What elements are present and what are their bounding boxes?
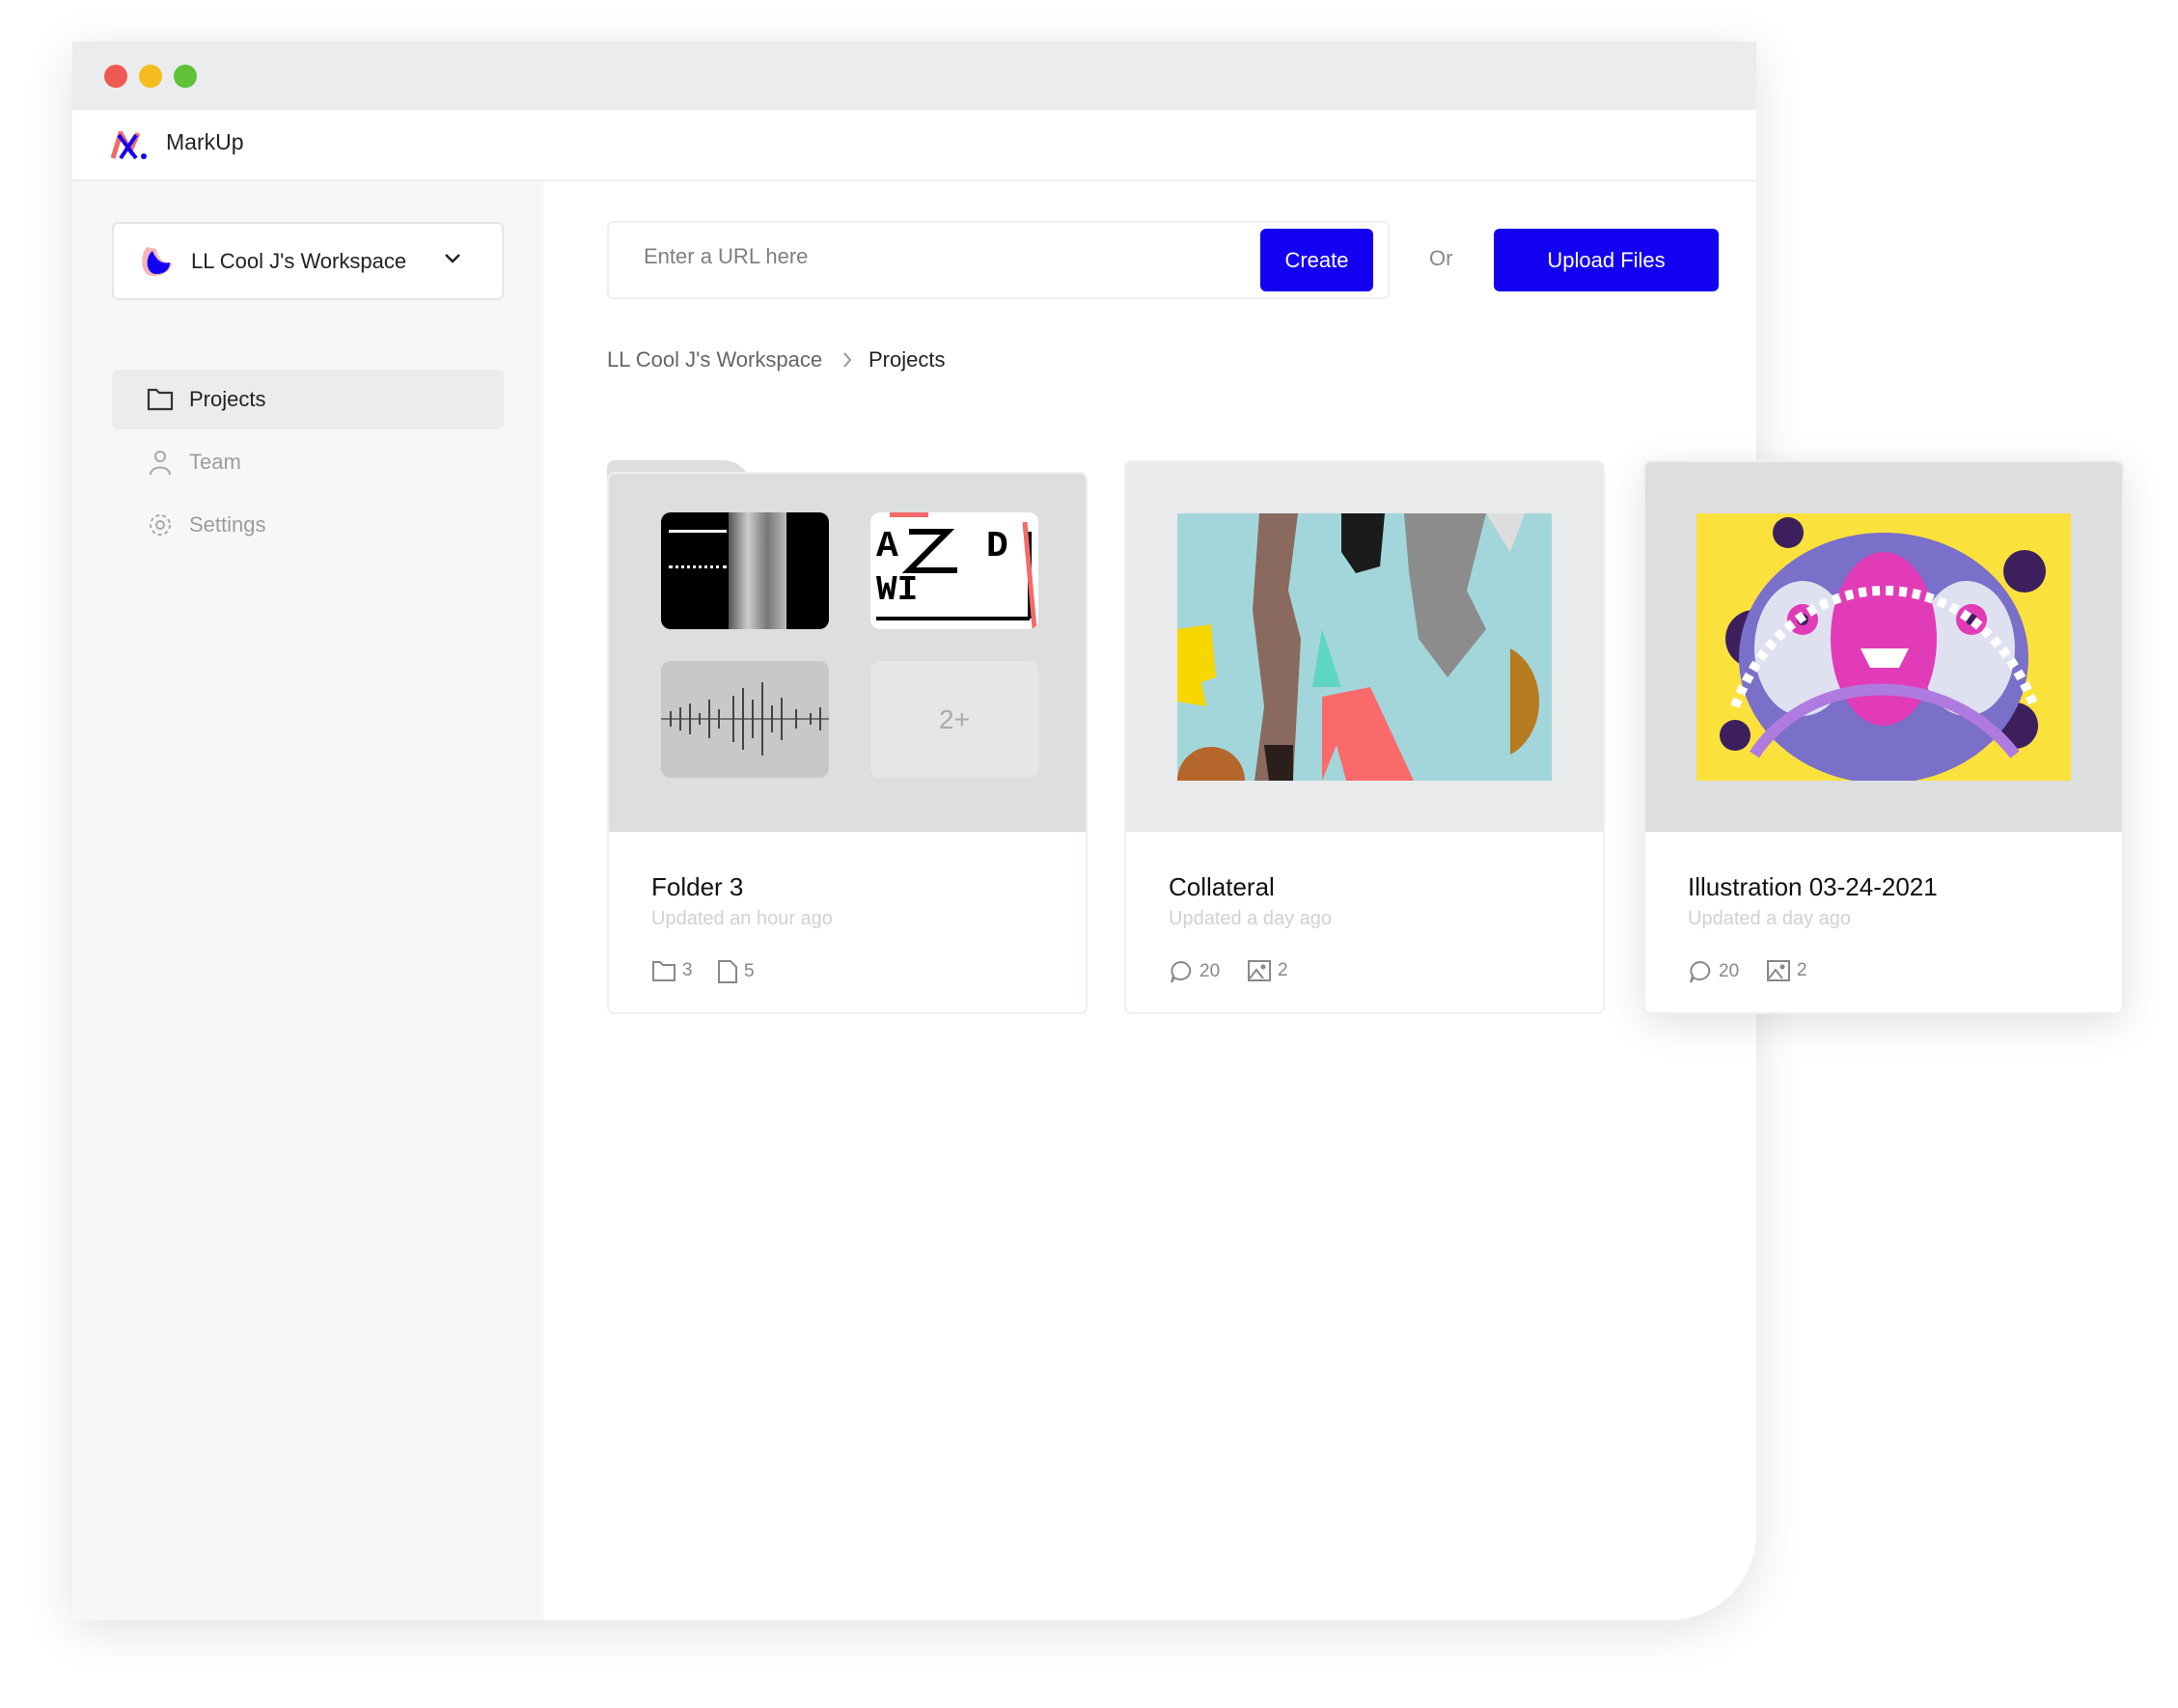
comment-count-value: 20	[1199, 961, 1221, 981]
card-title: Folder 3	[651, 872, 744, 901]
thumbnail-poster-2: A D WI	[870, 512, 1038, 629]
title-bar	[72, 41, 1756, 110]
folder-icon	[147, 388, 174, 411]
svg-text:D: D	[986, 526, 1008, 567]
create-button[interactable]: Create	[1260, 229, 1373, 291]
card-updated: Updated an hour ago	[651, 908, 833, 929]
file-icon	[718, 960, 737, 983]
sidebar: LL Cool J's Workspace Projects Team Sett…	[72, 181, 543, 1620]
workspace-name: LL Cool J's Workspace	[191, 249, 407, 273]
image-count: 2	[1766, 959, 1807, 982]
card-title: Collateral	[1169, 872, 1275, 901]
more-items-count: 2+	[870, 661, 1038, 778]
card-updated: Updated a day ago	[1688, 908, 1852, 929]
illustration-artwork	[1696, 513, 2071, 781]
url-input[interactable]	[644, 244, 1223, 269]
app-name: MarkUp	[166, 129, 244, 154]
folder-preview: A D WI 2+	[609, 474, 1086, 832]
card-title: Illustration 03-24-2021	[1688, 872, 1938, 901]
user-icon	[150, 451, 171, 476]
card-preview	[1645, 462, 2122, 832]
file-count-value: 5	[744, 961, 755, 981]
folder-count-value: 3	[682, 960, 693, 980]
breadcrumb-current: Projects	[868, 347, 946, 372]
breadcrumb-workspace[interactable]: LL Cool J's Workspace	[607, 347, 822, 372]
chevron-right-icon	[843, 352, 852, 368]
close-button[interactable]	[104, 65, 127, 88]
markup-logo-icon	[111, 131, 147, 160]
upload-files-button[interactable]: Upload Files	[1494, 229, 1719, 291]
or-label: Or	[1429, 246, 1453, 270]
sidebar-item-label: Projects	[189, 387, 266, 411]
sidebar-item-projects[interactable]: Projects	[112, 370, 504, 429]
minimize-button[interactable]	[139, 65, 162, 88]
project-card-illustration[interactable]: Illustration 03-24-2021 Updated a day ag…	[1643, 460, 2124, 1014]
sidebar-item-label: Team	[189, 450, 241, 474]
svg-text:A: A	[876, 526, 898, 567]
comment-count: 20	[1169, 959, 1220, 984]
folder-card[interactable]: A D WI 2+ Folder 3 Updated an hour ago 3 5	[607, 460, 1088, 1014]
collateral-artwork	[1177, 513, 1552, 781]
comment-count: 20	[1688, 959, 1739, 984]
sidebar-item-team[interactable]: Team	[112, 432, 504, 492]
chevron-down-icon	[445, 254, 460, 263]
sidebar-item-label: Settings	[189, 512, 266, 537]
image-count-value: 2	[1278, 960, 1288, 980]
project-card-collateral[interactable]: Collateral Updated a day ago 20 2	[1124, 460, 1605, 1014]
maximize-button[interactable]	[174, 65, 197, 88]
card-preview	[1126, 462, 1603, 832]
image-icon	[1248, 960, 1271, 981]
comment-icon	[1690, 960, 1711, 983]
folder-count: 3	[651, 959, 693, 982]
file-count: 5	[717, 959, 755, 984]
workspace-selector[interactable]: LL Cool J's Workspace	[112, 222, 504, 300]
thumbnail-poster-1	[661, 512, 829, 629]
comment-count-value: 20	[1719, 961, 1740, 981]
sidebar-item-settings[interactable]: Settings	[112, 495, 504, 555]
app-header: MarkUp	[72, 110, 1756, 181]
url-bar: Create	[607, 221, 1390, 299]
folder-icon	[652, 961, 675, 981]
thumbnail-audio-waveform	[661, 661, 829, 778]
image-count: 2	[1247, 959, 1288, 982]
gear-icon	[150, 514, 171, 536]
image-count-value: 2	[1797, 960, 1807, 980]
card-updated: Updated a day ago	[1169, 908, 1333, 929]
workspace-avatar-icon	[142, 247, 172, 276]
comment-icon	[1171, 960, 1192, 983]
svg-text:WI: WI	[876, 570, 918, 610]
image-icon	[1767, 960, 1790, 981]
